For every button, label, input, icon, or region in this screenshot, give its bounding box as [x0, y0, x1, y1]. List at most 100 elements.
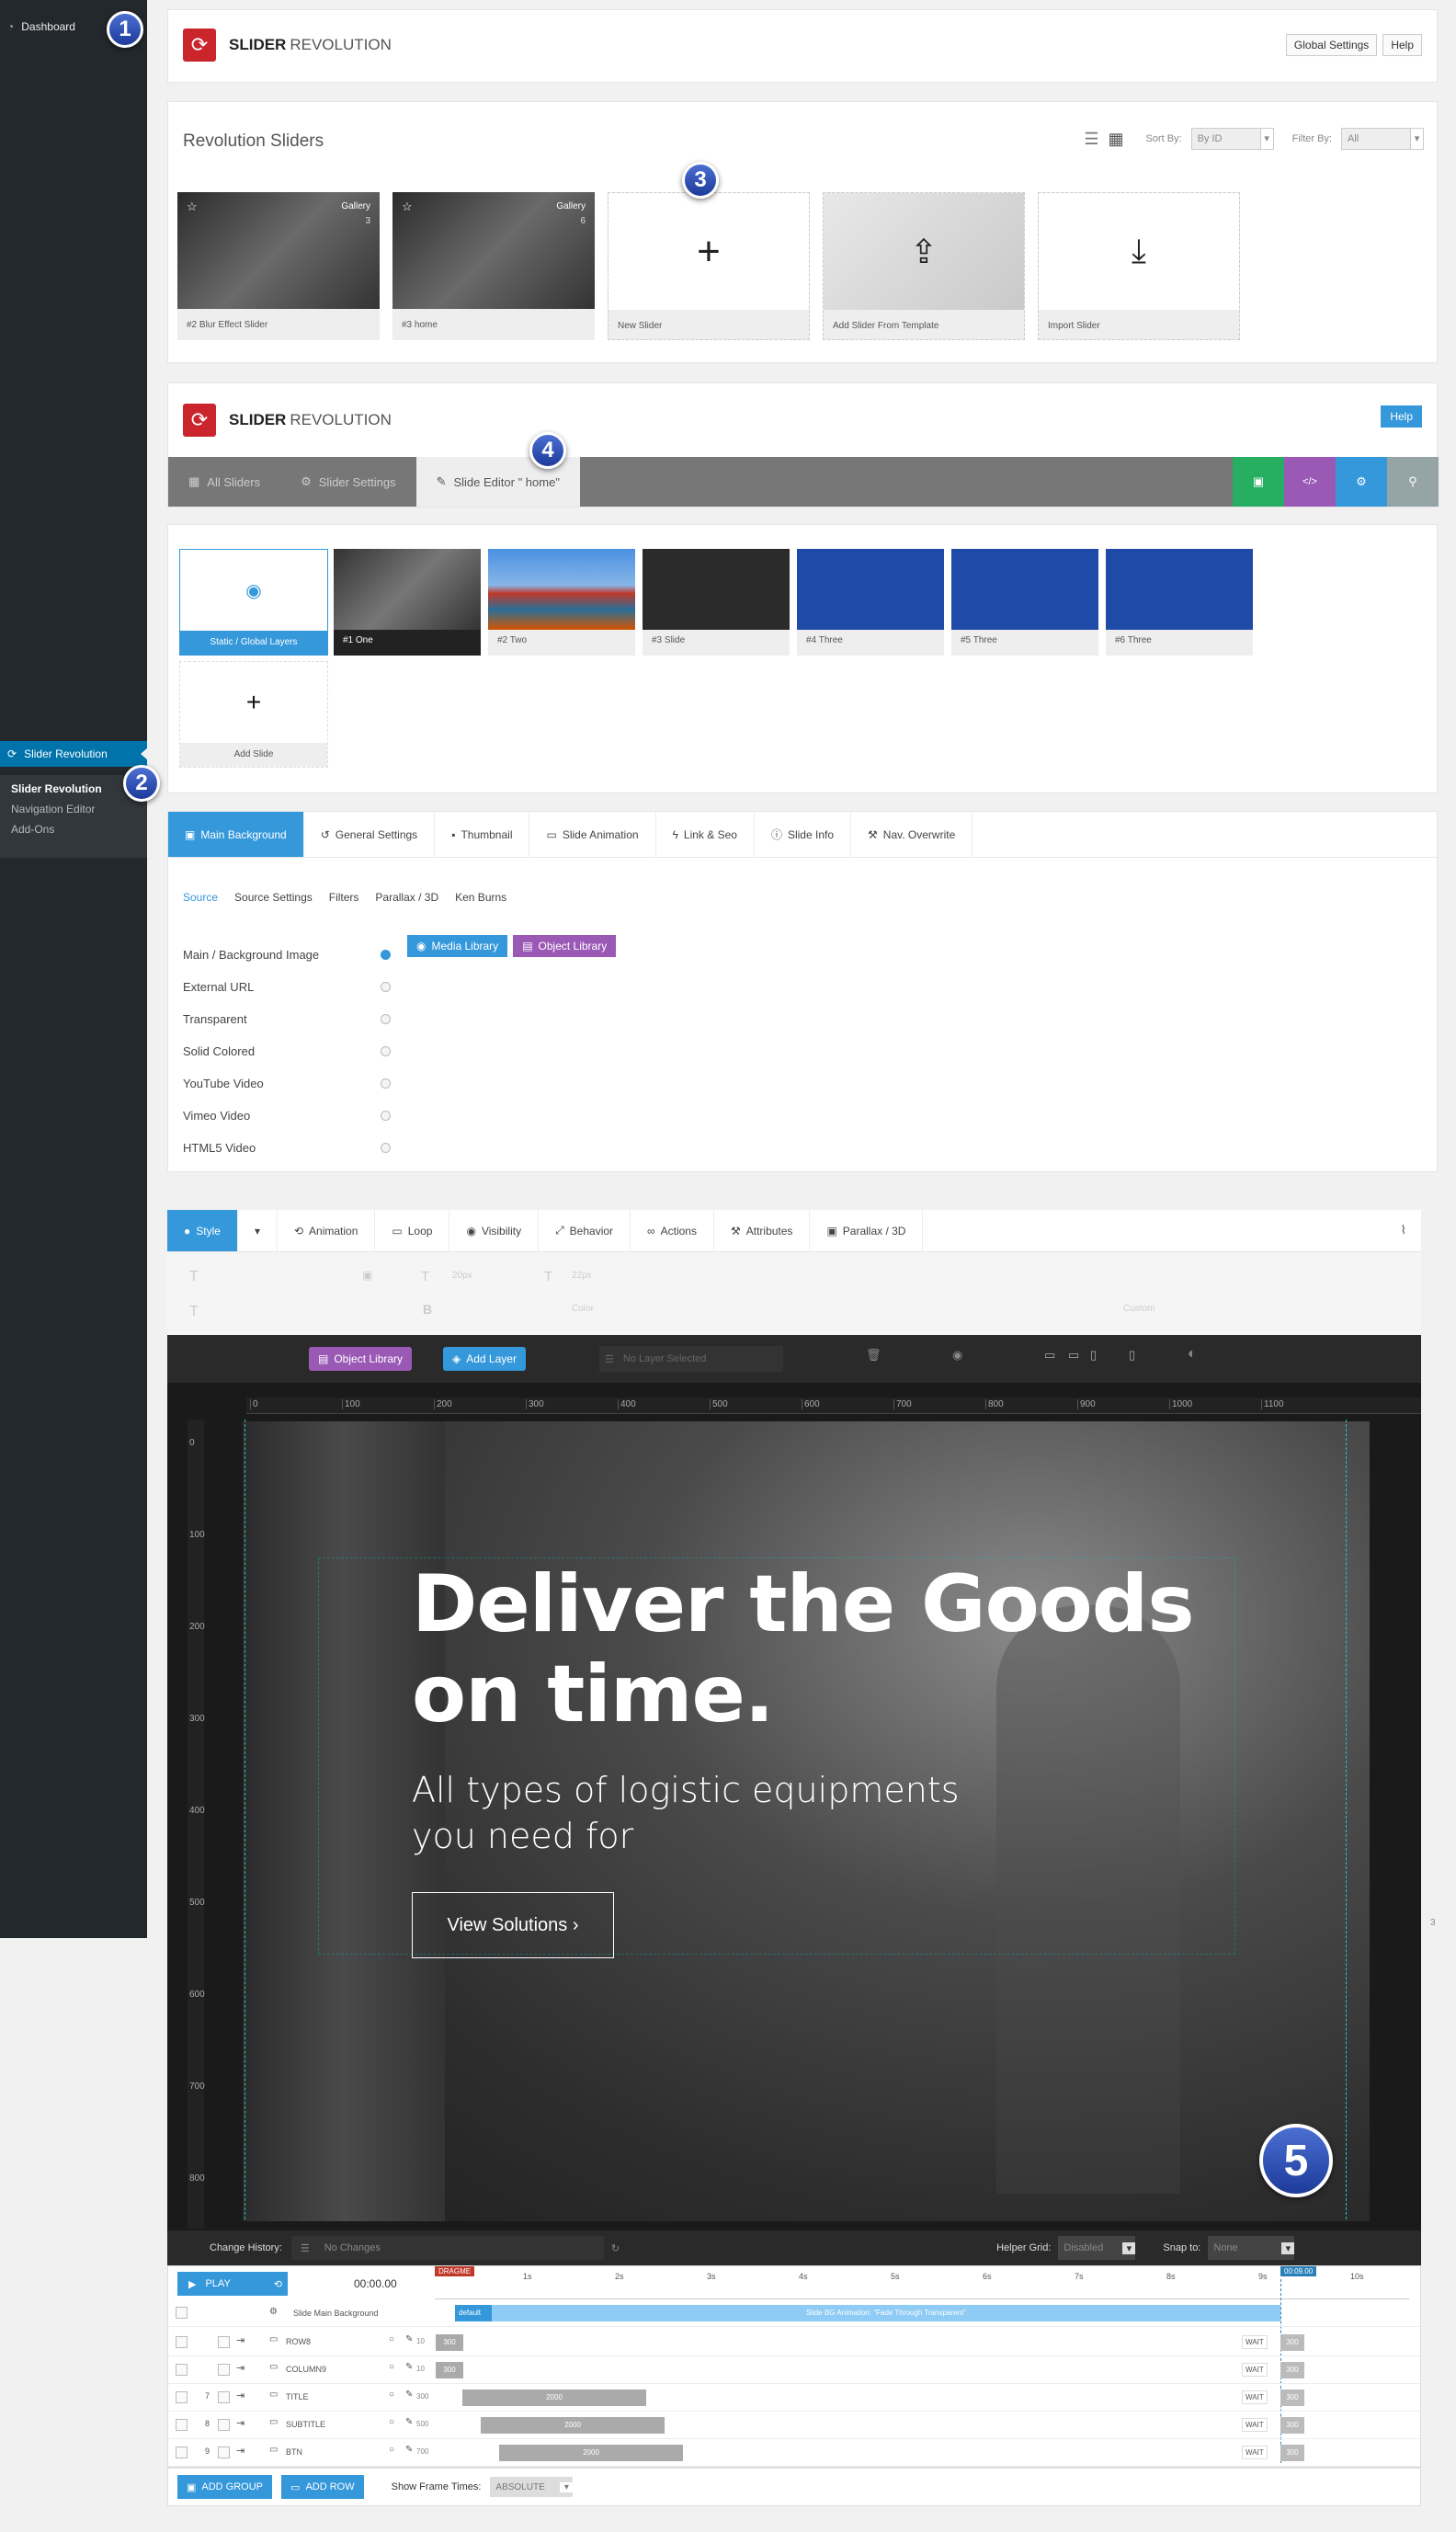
add-group-button[interactable]: ▣ ADD GROUP: [177, 2475, 273, 2499]
slider-card-home[interactable]: ☆ Gallery 6 #3 home: [392, 192, 595, 340]
lock-icon[interactable]: ○: [389, 2362, 394, 2372]
tab-slide-info[interactable]: ⓘ Slide Info: [755, 812, 852, 857]
subtab-source-settings[interactable]: Source Settings: [234, 891, 313, 904]
subtab-ken-burns[interactable]: Ken Burns: [455, 891, 506, 904]
add-row-button[interactable]: ▭ ADD ROW: [281, 2475, 364, 2499]
paperclip-icon[interactable]: ⌇: [1401, 1223, 1406, 1237]
filter-select[interactable]: All ▾: [1341, 128, 1424, 150]
object-library-button[interactable]: ▤ Object Library: [513, 935, 617, 957]
snap-select[interactable]: None ▾: [1208, 2236, 1295, 2260]
subtitle[interactable]: All types of logistic equipments you nee…: [412, 1767, 960, 1859]
pencil-icon[interactable]: ✎: [405, 2445, 413, 2455]
lock-icon[interactable]: ○: [389, 2334, 394, 2344]
headline[interactable]: Deliver the Goods on time.: [412, 1559, 1195, 1739]
preview-button[interactable]: ⚲: [1387, 457, 1439, 507]
option-youtube[interactable]: YouTube Video: [183, 1067, 391, 1100]
trash-icon[interactable]: 🗑: [866, 1348, 882, 1363]
bg-animation-bar[interactable]: Slide BG Animation: "Fade Through Transp…: [492, 2305, 1280, 2321]
embed-code-button[interactable]: </>: [1284, 457, 1336, 507]
layer-bar[interactable]: 2000: [499, 2445, 683, 2461]
pencil-icon[interactable]: ✎: [405, 2362, 413, 2372]
slide-thumb-2[interactable]: #2 Two: [488, 549, 635, 656]
star-icon[interactable]: ☆: [187, 200, 198, 214]
timeline-row-background[interactable]: ⚙ Slide Main Background default Slide BG…: [168, 2299, 1420, 2327]
tab-slider-settings[interactable]: ⚙ Slider Settings: [280, 457, 415, 507]
eye-icon[interactable]: ◉: [952, 1348, 962, 1363]
editor-help-button[interactable]: Help: [1381, 405, 1422, 428]
add-layer-button[interactable]: ◈ Add Layer: [443, 1347, 526, 1371]
play-button[interactable]: ▶ PLAY ⟲: [177, 2272, 288, 2296]
submenu-item-navigation-editor[interactable]: Navigation Editor: [0, 795, 147, 815]
option-external-url[interactable]: External URL: [183, 971, 391, 1003]
timeline-layer-row[interactable]: 7 ⇥ ▭ TITLE ○ ✎ 300 2000 WAIT 300: [168, 2384, 1420, 2412]
tab-general-settings[interactable]: ↺ General Settings: [304, 812, 436, 857]
layer-bar[interactable]: 2000: [481, 2417, 665, 2434]
end-time-marker[interactable]: 00:09.00: [1280, 2266, 1317, 2276]
checkbox[interactable]: [176, 2307, 188, 2319]
desktop-icon[interactable]: ▭: [1044, 1348, 1055, 1363]
tab-loop[interactable]: ▭ Loop: [375, 1210, 450, 1251]
checkbox[interactable]: [176, 2446, 188, 2458]
pencil-icon[interactable]: ✎: [405, 2334, 413, 2344]
tab-actions[interactable]: ∞ Actions: [631, 1210, 714, 1251]
media-library-button[interactable]: ◉ Media Library: [407, 935, 508, 957]
option-html5[interactable]: HTML5 Video: [183, 1132, 391, 1164]
phone-icon[interactable]: ▯: [1129, 1348, 1135, 1363]
checkbox[interactable]: [218, 2419, 230, 2431]
view-solutions-button[interactable]: View Solutions ›: [412, 1892, 614, 1958]
tab-style-dropdown[interactable]: ▾: [238, 1210, 278, 1251]
new-slider-card[interactable]: + New Slider: [608, 192, 810, 340]
radio[interactable]: [381, 1143, 391, 1153]
radio-checked[interactable]: [381, 950, 391, 960]
tab-style[interactable]: ● Style: [167, 1210, 238, 1251]
timeline-layer-row[interactable]: 8 ⇥ ▭ SUBTITLE ○ ✎ 500 2000 WAIT 300: [168, 2412, 1420, 2439]
slide-thumb-5[interactable]: #5 Three: [951, 549, 1098, 656]
history-select[interactable]: ☰ No Changes: [290, 2236, 604, 2260]
radio[interactable]: [381, 1078, 391, 1089]
radio[interactable]: [381, 1111, 391, 1121]
radio[interactable]: [381, 982, 391, 992]
frame-times-select[interactable]: ABSOLUTE ▾: [490, 2477, 574, 2497]
layer-bar[interactable]: 300: [436, 2362, 463, 2378]
submenu-item-add-ons[interactable]: Add-Ons: [0, 815, 147, 836]
pencil-icon[interactable]: ✎: [405, 2417, 413, 2427]
tablet-icon[interactable]: ▯: [1090, 1348, 1097, 1363]
object-library-button[interactable]: ▤ Object Library: [309, 1347, 413, 1371]
checkbox[interactable]: [218, 2336, 230, 2348]
checkbox[interactable]: [218, 2391, 230, 2403]
laptop-icon[interactable]: ▭: [1068, 1348, 1079, 1363]
tab-thumbnail[interactable]: ▪ Thumbnail: [435, 812, 530, 857]
subtab-parallax[interactable]: Parallax / 3D: [375, 891, 438, 904]
slider-card-blur-effect[interactable]: ☆ Gallery 3 #2 Blur Effect Slider: [177, 192, 380, 340]
tab-main-background[interactable]: ▣ Main Background: [168, 812, 304, 857]
tab-attributes[interactable]: ⚒ Attributes: [714, 1210, 811, 1251]
tab-visibility[interactable]: ◉ Visibility: [449, 1210, 540, 1251]
menu-slider-revolution[interactable]: ⟳ Slider Revolution: [0, 741, 148, 767]
tab-behavior[interactable]: ⤢ Behavior: [539, 1210, 631, 1251]
eye-settings-icon[interactable]: ◐: [1188, 1346, 1197, 1363]
subtab-filters[interactable]: Filters: [329, 891, 359, 904]
settings-button[interactable]: ⚙: [1336, 457, 1387, 507]
helper-grid-select[interactable]: Disabled ▾: [1058, 2236, 1136, 2260]
tab-link-seo[interactable]: ϟ Link & Seo: [656, 812, 755, 857]
tab-all-sliders[interactable]: ▦ All Sliders: [168, 457, 280, 507]
option-vimeo[interactable]: Vimeo Video: [183, 1100, 391, 1132]
checkbox[interactable]: [176, 2419, 188, 2431]
undo-icon[interactable]: ↻: [611, 2242, 620, 2254]
slide-thumb-4[interactable]: #4 Three: [797, 549, 944, 656]
layer-bar[interactable]: 2000: [462, 2389, 646, 2406]
option-main-image[interactable]: Main / Background Image: [183, 939, 391, 971]
radio[interactable]: [381, 1014, 391, 1024]
sort-select[interactable]: By ID ▾: [1190, 128, 1274, 150]
menu-dashboard[interactable]: ◔ Dashboard: [7, 20, 75, 33]
dragme-marker[interactable]: DRAGME: [435, 2266, 475, 2276]
static-layers-slide[interactable]: ◉ Static / Global Layers: [179, 549, 328, 656]
tab-animation[interactable]: ⟲ Animation: [278, 1210, 376, 1251]
tab-nav-overwrite[interactable]: ⚒ Nav. Overwrite: [851, 812, 973, 857]
lock-icon[interactable]: ○: [389, 2417, 394, 2427]
slide-canvas[interactable]: Deliver the Goods on time. All types of …: [243, 1421, 1370, 2221]
slide-thumb-6[interactable]: #6 Three: [1106, 549, 1253, 656]
timeline-layer-row[interactable]: 9 ⇥ ▭ BTN ○ ✎ 700 2000 WAIT 300: [168, 2439, 1420, 2467]
radio[interactable]: [381, 1046, 391, 1056]
global-settings-button[interactable]: Global Settings: [1285, 34, 1378, 56]
